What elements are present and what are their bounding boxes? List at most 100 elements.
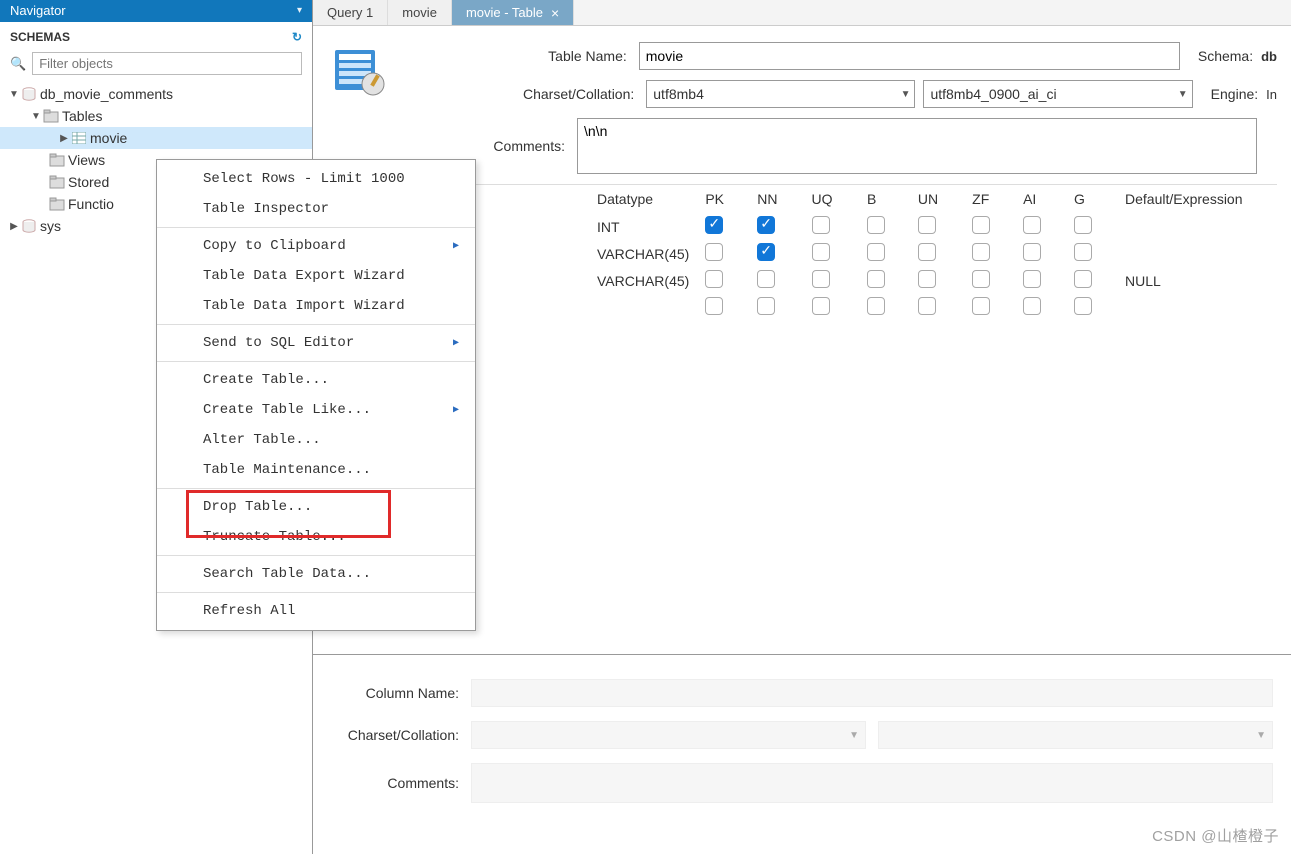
tree-table-label: movie (88, 130, 127, 146)
context-menu-item[interactable]: Search Table Data... (157, 559, 475, 589)
context-menu-item[interactable]: Table Maintenance... (157, 455, 475, 485)
checkbox[interactable] (1023, 270, 1041, 288)
checkbox[interactable] (918, 243, 936, 261)
checkbox[interactable] (1074, 270, 1092, 288)
comments-textarea[interactable] (577, 118, 1257, 174)
checkbox[interactable] (972, 297, 990, 315)
caret-icon[interactable] (8, 89, 20, 100)
checkbox[interactable] (812, 270, 830, 288)
col-pk: PK (697, 185, 749, 213)
filter-row: 🔍 (0, 50, 312, 81)
checkbox[interactable] (867, 297, 885, 315)
navigator-tab[interactable]: Navigator ▾ (0, 0, 312, 22)
column-comments-input[interactable] (471, 763, 1273, 803)
caret-icon[interactable] (30, 111, 42, 122)
col-default: Default/Expression (1117, 185, 1277, 213)
menu-separator (157, 324, 475, 325)
navigator-title: Navigator (10, 3, 66, 18)
tree-table-movie[interactable]: movie (0, 127, 312, 149)
submenu-arrow-icon: ▶ (453, 404, 459, 416)
col-uq: UQ (804, 185, 859, 213)
context-menu-item[interactable]: Select Rows - Limit 1000 (157, 164, 475, 194)
checkbox[interactable] (705, 270, 723, 288)
col-un: UN (910, 185, 964, 213)
checkbox[interactable] (1074, 243, 1092, 261)
charset-combo[interactable]: utf8mb4 ▼ (646, 80, 915, 108)
tree-views-label: Views (66, 152, 105, 168)
comments-label: Comments: (327, 118, 577, 154)
caret-icon[interactable] (8, 221, 20, 232)
column-collation-combo[interactable]: ▼ (878, 721, 1273, 749)
tab-movie[interactable]: movie (388, 0, 452, 25)
checkbox[interactable] (1023, 297, 1041, 315)
context-menu-item[interactable]: Copy to Clipboard▶ (157, 231, 475, 261)
tab-label: Query 1 (327, 5, 373, 20)
checkbox[interactable] (972, 216, 990, 234)
checkbox[interactable] (918, 216, 936, 234)
checkbox[interactable] (1023, 243, 1041, 261)
close-icon[interactable]: × (551, 5, 559, 21)
cell-default[interactable]: NULL (1117, 267, 1277, 294)
cell-default[interactable] (1117, 213, 1277, 240)
col-zf: ZF (964, 185, 1015, 213)
checkbox[interactable] (972, 270, 990, 288)
column-detail-panel: Column Name: Charset/Collation: ▼ ▼ Comm… (313, 654, 1291, 854)
checkbox[interactable] (867, 216, 885, 234)
checkbox[interactable] (867, 270, 885, 288)
checkbox[interactable] (757, 216, 775, 234)
menu-item-label: Select Rows - Limit 1000 (203, 171, 405, 187)
stored-folder-icon (48, 175, 66, 189)
checkbox[interactable] (705, 297, 723, 315)
checkbox[interactable] (1074, 297, 1092, 315)
context-menu-item[interactable]: Table Data Export Wizard (157, 261, 475, 291)
engine-label: Engine: (1211, 86, 1258, 102)
tree-tables[interactable]: Tables (0, 105, 312, 127)
checkbox[interactable] (918, 297, 936, 315)
checkbox[interactable] (757, 243, 775, 261)
context-menu-item[interactable]: Truncate Table... (157, 522, 475, 552)
cell-default[interactable] (1117, 294, 1277, 321)
checkbox[interactable] (705, 243, 723, 261)
checkbox[interactable] (757, 297, 775, 315)
context-menu-item[interactable]: Create Table Like...▶ (157, 395, 475, 425)
checkbox[interactable] (972, 243, 990, 261)
context-menu-item[interactable]: Refresh All (157, 596, 475, 626)
tables-folder-icon (42, 109, 60, 123)
checkbox[interactable] (918, 270, 936, 288)
checkbox[interactable] (867, 243, 885, 261)
menu-item-label: Create Table... (203, 372, 329, 388)
context-menu-item[interactable]: Alter Table... (157, 425, 475, 455)
context-menu-item[interactable]: Send to SQL Editor▶ (157, 328, 475, 358)
checkbox[interactable] (1074, 216, 1092, 234)
context-menu-item[interactable]: Drop Table... (157, 492, 475, 522)
caret-icon[interactable] (58, 133, 70, 144)
checkbox[interactable] (812, 297, 830, 315)
navigator-dropdown-icon[interactable]: ▾ (297, 5, 302, 16)
collation-combo[interactable]: utf8mb4_0900_ai_ci ▼ (923, 80, 1192, 108)
cell-default[interactable] (1117, 240, 1277, 267)
context-menu-item[interactable]: Create Table... (157, 365, 475, 395)
tab-label: movie - Table (466, 5, 543, 20)
table-name-input[interactable] (639, 42, 1180, 70)
schemas-refresh-icon[interactable]: ↻ (292, 30, 302, 44)
schemas-label: SCHEMAS (10, 30, 70, 44)
col-ai: AI (1015, 185, 1066, 213)
database-icon (20, 86, 38, 102)
tab-movie-table[interactable]: movie - Table × (452, 0, 574, 25)
checkbox[interactable] (757, 270, 775, 288)
checkbox[interactable] (812, 243, 830, 261)
context-menu-item[interactable]: Table Inspector (157, 194, 475, 224)
filter-objects-input[interactable] (32, 52, 302, 75)
context-menu-item[interactable]: Table Data Import Wizard (157, 291, 475, 321)
chevron-down-icon: ▼ (1178, 89, 1188, 100)
charset-value: utf8mb4 (653, 86, 704, 102)
column-name-input[interactable] (471, 679, 1273, 707)
tree-db[interactable]: db_movie_comments (0, 83, 312, 105)
tab-query1[interactable]: Query 1 (313, 0, 388, 25)
checkbox[interactable] (1023, 216, 1041, 234)
checkbox[interactable] (705, 216, 723, 234)
editor-tabs: Query 1 movie movie - Table × (313, 0, 1291, 26)
column-charset-combo[interactable]: ▼ (471, 721, 866, 749)
menu-item-label: Send to SQL Editor (203, 335, 354, 351)
checkbox[interactable] (812, 216, 830, 234)
